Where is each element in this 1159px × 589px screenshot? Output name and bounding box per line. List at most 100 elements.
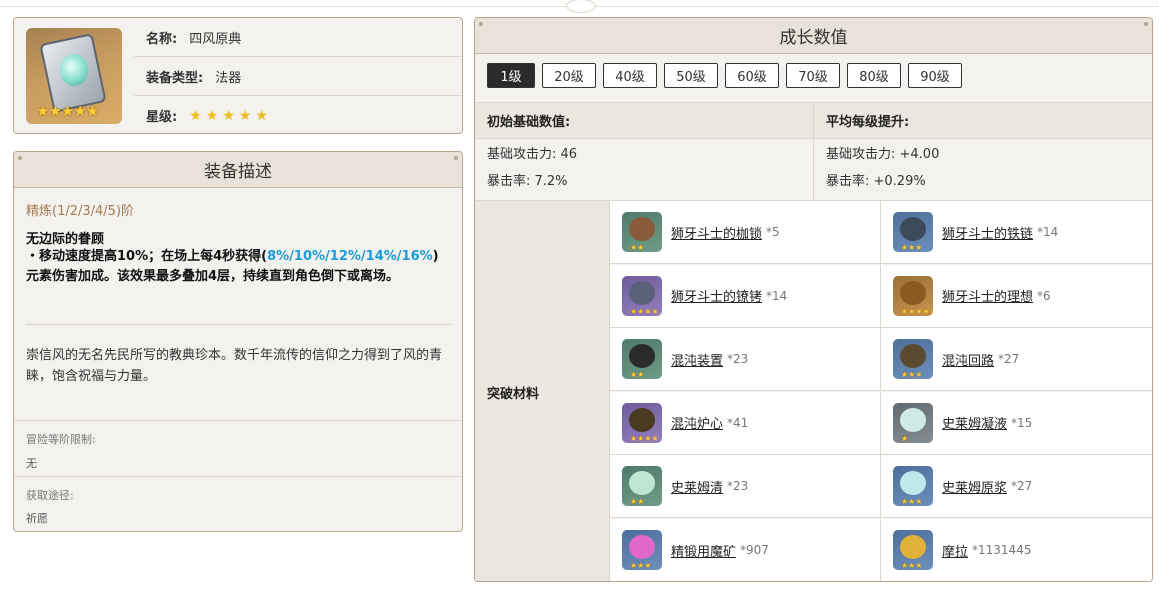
- level-tab[interactable]: 20级: [542, 63, 596, 88]
- weapon-name: 四风原典: [189, 31, 242, 47]
- star-icon: ★: [238, 107, 252, 124]
- chaos-device-icon[interactable]: ★★: [622, 339, 662, 380]
- description-card: 装备描述 精炼(1/2/3/4/5)阶 无边际的眷顾 ・移动速度提高10%；在场…: [13, 151, 463, 532]
- level-tab[interactable]: 80级: [847, 63, 901, 88]
- wind-gem-icon: [60, 54, 88, 86]
- material-name-link[interactable]: 史莱姆清: [671, 477, 723, 496]
- avg-crit: 暴击率: +0.29%: [826, 174, 926, 189]
- star-icon: ★: [189, 107, 202, 124]
- weapon-info-card: ★★★★★ 名称: 四风原典 装备类型: 法器 星级: ★ ★ ★ ★ ★: [13, 17, 463, 134]
- passive-line2: 元素伤害加成。该效果最多叠加4层，持续直到角色倒下或离场。: [26, 269, 400, 284]
- level-tabs: 1级 20级 40级 50级 60级 70级 80级 90级: [487, 63, 969, 88]
- material-cell: ★★★ 摩拉 *1131445: [881, 519, 1152, 581]
- material-name-link[interactable]: 混沌装置: [671, 350, 723, 369]
- material-rarity-stars-icon: ★★★★: [630, 306, 659, 316]
- material-name-link[interactable]: 精锻用魔矿: [671, 541, 736, 560]
- material-rarity-stars-icon: ★★★: [901, 243, 923, 252]
- material-name-link[interactable]: 狮牙斗士的镣铐: [671, 286, 762, 305]
- material-count: *23: [727, 352, 749, 367]
- material-cell: ★ 史莱姆凝液 *15: [881, 391, 1152, 455]
- lore-text: 崇信风的无名先民所写的教典珍本。数千年流传的信仰之力得到了风的青睐，饱含祝福与力…: [26, 348, 443, 384]
- material-rarity-stars-icon: ★★★: [901, 561, 923, 570]
- material-name-link[interactable]: 史莱姆原浆: [942, 477, 1007, 496]
- ideal-icon[interactable]: ★★★★★: [893, 275, 933, 316]
- description-header: 装备描述: [14, 152, 462, 188]
- info-row-rarity: 星级: ★ ★ ★ ★ ★: [134, 96, 462, 133]
- passive-values: 8%/10%/12%/14%/16%: [267, 249, 433, 264]
- level-tab[interactable]: 40级: [603, 63, 657, 88]
- stats-grid: 初始基础数值: 基础攻击力: 46 暴击率: 7.2% 平均每级提升: 基础攻击…: [475, 102, 1152, 201]
- material-cell: ★★ 史莱姆清 *23: [610, 455, 881, 519]
- material-count: *907: [740, 543, 769, 557]
- material-cell: ★★★ 混沌回路 *27: [881, 328, 1152, 392]
- growth-header: 成长数值: [475, 18, 1152, 54]
- top-ornament: [0, 0, 1159, 13]
- material-name-link[interactable]: 狮牙斗士的枷锁: [671, 223, 762, 242]
- material-rarity-stars-icon: ★★★: [901, 497, 923, 507]
- avg-atk: 基础攻击力: +4.00: [826, 147, 940, 162]
- material-count: *14: [766, 288, 788, 303]
- material-name-link[interactable]: 混沌回路: [942, 350, 994, 369]
- material-rarity-stars-icon: ★★: [630, 497, 645, 507]
- material-count: *5: [766, 225, 780, 239]
- material-rarity-stars-icon: ★★★: [630, 561, 652, 570]
- weapon-type: 法器: [215, 70, 242, 86]
- level-tab[interactable]: 70级: [786, 63, 840, 88]
- level-tab[interactable]: 1级: [487, 63, 535, 88]
- level-tab[interactable]: 50级: [664, 63, 718, 88]
- growth-card: 成长数值 1级 20级 40级 50级 60级 70级 80级 90级 初始基础数值: 基础攻…: [474, 17, 1153, 582]
- material-rarity-stars-icon: ★★: [630, 243, 645, 252]
- avg-stats-column: 平均每级提升: 基础攻击力: +4.00 暴击率: +0.29%: [813, 103, 1152, 200]
- material-count: *41: [727, 415, 749, 430]
- level-tab[interactable]: 90级: [908, 63, 962, 88]
- avg-stats-header: 平均每级提升:: [814, 103, 1152, 139]
- materials-area: 突破材料 ★★ 狮牙斗士的枷锁 *5 ★★★ 狮牙斗士的铁链 *14 ★★★★ 狮牙斗士的镣铐…: [475, 201, 1152, 581]
- refinement-title: 精炼(1/2/3/4/5)阶: [26, 204, 135, 219]
- mora-icon[interactable]: ★★★: [893, 530, 933, 570]
- material-name-link[interactable]: 狮牙斗士的铁链: [942, 223, 1033, 242]
- material-count: *14: [1037, 225, 1059, 239]
- material-cell: ★★★★ 混沌炉心 *41: [610, 391, 881, 455]
- rarity-label: 星级:: [146, 110, 178, 125]
- source-value: 祈愿: [26, 512, 48, 525]
- material-rarity-stars-icon: ★★★★★: [901, 306, 933, 316]
- mystic-ore-icon[interactable]: ★★★: [622, 530, 662, 570]
- ar-limit-value: 无: [26, 457, 37, 470]
- material-cell: ★★ 狮牙斗士的枷锁 *5: [610, 201, 881, 264]
- ar-limit-label: 冒险等阶限制:: [26, 433, 96, 446]
- material-count: *1131445: [972, 543, 1032, 557]
- material-name-link[interactable]: 史莱姆凝液: [942, 413, 1007, 432]
- material-name-link[interactable]: 摩拉: [942, 541, 968, 560]
- chaos-circuit-icon[interactable]: ★★★: [893, 339, 933, 380]
- slime-concentrate-icon[interactable]: ★★★: [893, 466, 933, 507]
- passive-line1-post: ): [432, 249, 439, 264]
- material-cell: ★★ 混沌装置 *23: [610, 328, 881, 392]
- chaos-core-icon[interactable]: ★★★★: [622, 402, 662, 443]
- material-cell: ★★★★ 狮牙斗士的镣铐 *14: [610, 264, 881, 328]
- info-row-name: 名称: 四风原典: [134, 18, 462, 57]
- material-rarity-stars-icon: ★★★: [901, 370, 923, 380]
- name-label: 名称:: [146, 31, 178, 47]
- materials-label: 突破材料: [475, 201, 610, 581]
- material-name-link[interactable]: 狮牙斗士的理想: [942, 286, 1033, 305]
- base-atk: 基础攻击力: 46: [487, 147, 578, 162]
- weapon-rarity-stars-icon: ★★★★★: [36, 102, 99, 120]
- material-name-link[interactable]: 混沌炉心: [671, 413, 723, 432]
- material-count: *15: [1011, 415, 1033, 430]
- base-crit: 暴击率: 7.2%: [487, 174, 568, 189]
- slime-condensate-icon[interactable]: ★: [893, 402, 933, 443]
- type-label: 装备类型:: [146, 70, 204, 86]
- base-stats-header: 初始基础数值:: [475, 103, 814, 139]
- slime-secretions-icon[interactable]: ★★: [622, 466, 662, 507]
- source-label: 获取途径:: [26, 489, 74, 502]
- level-tab[interactable]: 60级: [725, 63, 779, 88]
- weapon-image: ★★★★★: [26, 28, 122, 124]
- star-icon: ★: [255, 107, 269, 124]
- meta-divider: [14, 476, 462, 477]
- iron-chain-icon[interactable]: ★★★: [893, 212, 933, 252]
- fetters-icon[interactable]: ★★★★: [622, 275, 662, 316]
- ornament-knot: [566, 0, 596, 13]
- shackle-icon[interactable]: ★★: [622, 212, 662, 252]
- rarity-stars: ★ ★ ★ ★ ★: [189, 108, 272, 124]
- meta-divider: [14, 420, 462, 421]
